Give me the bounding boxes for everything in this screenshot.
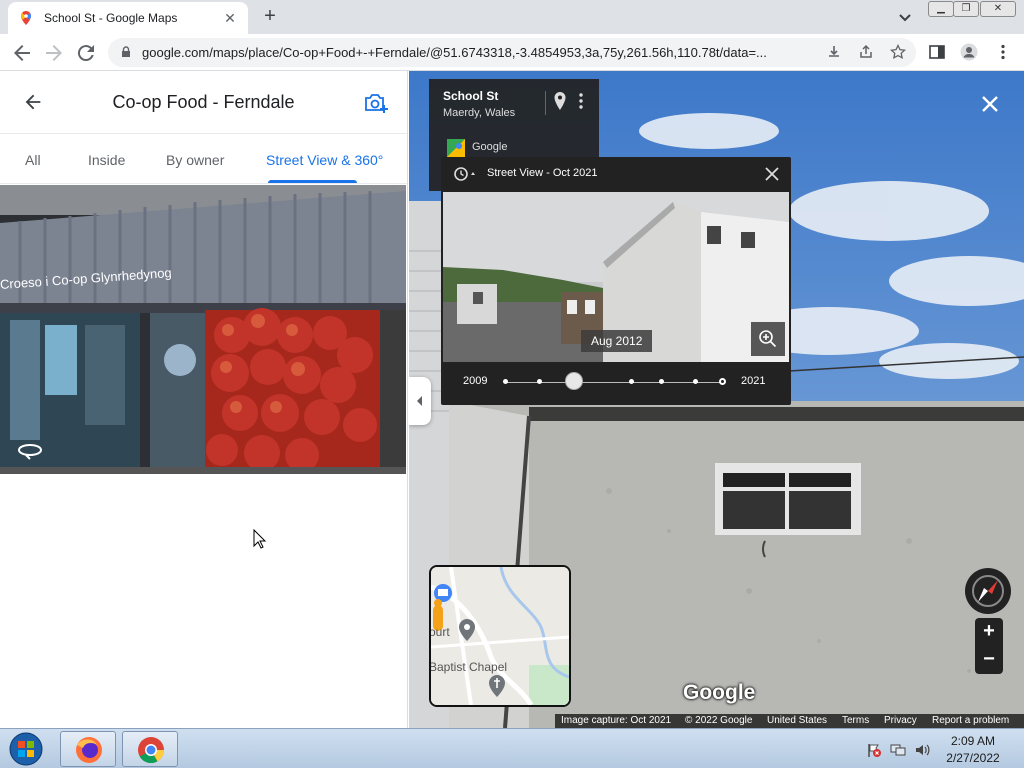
new-tab-button[interactable]: +: [258, 5, 282, 29]
collapse-panel-button[interactable]: [409, 377, 431, 425]
pin-icon[interactable]: [553, 91, 567, 111]
browser-toolbar: google.com/maps/place/Co-op+Food+-+Fernd…: [0, 34, 1024, 71]
timeline-stop[interactable]: [537, 379, 542, 384]
tab-inside[interactable]: Inside: [88, 152, 125, 168]
more-vert-icon[interactable]: [577, 91, 585, 111]
sidepanel-icon[interactable]: [928, 43, 946, 61]
chrome-icon: [138, 737, 165, 764]
minimize-button[interactable]: ▁: [928, 1, 954, 17]
windows-taskbar: 2:09 AM 2/27/2022: [0, 728, 1024, 768]
street-view-photo-thumbnail[interactable]: Croeso i Co-op Glynrhedynog: [0, 185, 406, 474]
firefox-icon: [76, 737, 102, 763]
active-tab-indicator: [268, 180, 357, 183]
zoom-in-button[interactable]: +: [975, 618, 1003, 646]
tab-search-icon[interactable]: [896, 8, 914, 26]
timeline-thumb[interactable]: [565, 372, 583, 390]
taskbar-chrome[interactable]: [122, 731, 178, 767]
historical-preview[interactable]: Aug 2012: [443, 192, 789, 362]
back-icon[interactable]: [10, 41, 34, 65]
street-name[interactable]: School St: [443, 89, 498, 103]
timeline-slider[interactable]: 2009 2021: [441, 367, 791, 397]
close-window-button[interactable]: ✕: [980, 1, 1016, 17]
time-travel-header: Street View - Oct 2021: [441, 157, 791, 191]
time-travel-title: Street View - Oct 2021: [487, 167, 598, 179]
image-capture-date: Image capture: Oct 2021: [561, 715, 672, 726]
taskbar-firefox[interactable]: [60, 731, 116, 767]
tab-street-view[interactable]: Street View & 360°: [266, 152, 383, 168]
rotate-360-icon: [18, 444, 42, 460]
clock-time[interactable]: 2:09 AM: [930, 734, 1016, 748]
divider: [545, 91, 546, 115]
street-view-pane[interactable]: School St Maerdy, Wales Google Street Vi…: [409, 71, 1024, 728]
tab-all[interactable]: All: [25, 152, 41, 168]
photo-filter-tabs: All Inside By owner Street View & 360°: [0, 134, 407, 184]
map-label: ourt: [429, 625, 450, 639]
place-title: Co-op Food - Ferndale: [112, 92, 295, 112]
minimap-image: [431, 567, 569, 705]
forward-icon[interactable]: [42, 41, 66, 65]
panel-header: Co-op Food - Ferndale: [0, 71, 407, 134]
chevron-left-icon: [417, 396, 422, 406]
timeline-stop[interactable]: [659, 379, 664, 384]
timeline-start-year: 2009: [463, 375, 488, 387]
copyright: © 2022 Google: [685, 715, 753, 726]
star-icon[interactable]: [890, 44, 906, 60]
address-bar[interactable]: google.com/maps/place/Co-op+Food+-+Fernd…: [108, 38, 916, 67]
tab-title: School St - Google Maps: [44, 11, 178, 25]
compass-icon[interactable]: [965, 568, 1011, 614]
zoom-in-icon[interactable]: [751, 322, 785, 356]
timeline-stop[interactable]: [629, 379, 634, 384]
report-problem-link[interactable]: Report a problem: [932, 715, 1009, 726]
timeline-stop[interactable]: [503, 379, 508, 384]
zoom-control: + −: [975, 618, 1003, 674]
history-clock-icon[interactable]: [453, 166, 477, 182]
reload-icon[interactable]: [74, 41, 98, 65]
time-travel-panel: Street View - Oct 2021 Aug 2012 2009 202…: [441, 157, 791, 405]
privacy-link[interactable]: Privacy: [884, 715, 917, 726]
timeline-current-stop[interactable]: [719, 378, 726, 385]
minimap[interactable]: ourt Baptist Chapel: [429, 565, 571, 707]
browser-tab[interactable]: School St - Google Maps ✕: [8, 2, 248, 34]
volume-icon[interactable]: [914, 742, 930, 758]
maps-favicon-icon: [21, 11, 31, 25]
tab-strip: School St - Google Maps ✕ + ▁ ❐ ✕: [0, 0, 1024, 34]
place-photos-panel: Co-op Food - Ferndale All Inside By owne…: [0, 71, 408, 728]
screen: { "browser": { "tab_title": "School St -…: [0, 0, 1024, 768]
lock-icon[interactable]: [120, 46, 132, 58]
action-center-flag-icon[interactable]: [866, 742, 882, 758]
menu-icon[interactable]: [994, 43, 1012, 61]
profile-icon[interactable]: [960, 43, 978, 61]
windows-start-icon[interactable]: [4, 731, 48, 767]
restore-button[interactable]: ❐: [953, 1, 979, 17]
country-link[interactable]: United States: [767, 715, 827, 726]
google-watermark: Google: [683, 681, 756, 704]
share-icon[interactable]: [858, 44, 874, 60]
zoom-out-button[interactable]: −: [975, 646, 1003, 674]
url-text[interactable]: google.com/maps/place/Co-op+Food+-+Fernd…: [142, 45, 822, 60]
map-label-baptist-chapel: Baptist Chapel: [429, 660, 508, 674]
storefront-image: [0, 185, 406, 474]
close-icon[interactable]: [763, 165, 781, 183]
tab-close-icon[interactable]: ✕: [222, 10, 238, 27]
compass-rose: [972, 575, 1004, 607]
terms-link[interactable]: Terms: [842, 715, 869, 726]
timeline-end-year: 2021: [741, 375, 766, 387]
mouse-cursor-icon: [253, 529, 267, 549]
close-icon[interactable]: [979, 93, 1001, 115]
google-contributor-icon: [447, 139, 465, 157]
image-source[interactable]: Google: [472, 141, 507, 153]
preview-date: Aug 2012: [581, 330, 653, 352]
timeline-stop[interactable]: [693, 379, 698, 384]
clock-date[interactable]: 2/27/2022: [930, 751, 1016, 765]
map-footer: Image capture: Oct 2021 © 2022 Google Un…: [555, 714, 1024, 728]
tab-by-owner[interactable]: By owner: [166, 152, 224, 168]
network-icon[interactable]: [890, 742, 906, 758]
add-photo-icon[interactable]: [363, 91, 389, 115]
locality: Maerdy, Wales: [443, 107, 516, 119]
install-icon[interactable]: [826, 44, 842, 60]
